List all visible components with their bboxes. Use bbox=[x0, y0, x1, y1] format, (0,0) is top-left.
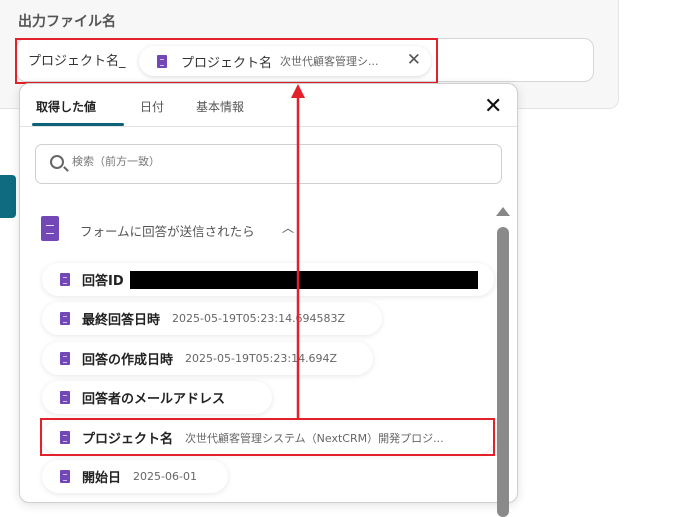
annotation-arrow bbox=[291, 84, 305, 419]
